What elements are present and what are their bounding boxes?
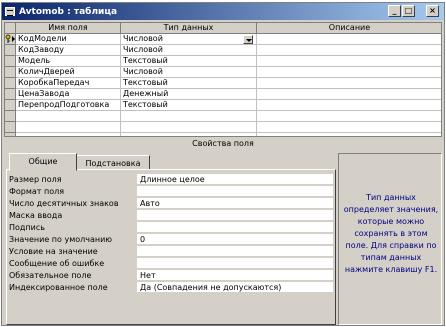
property-row: Формат поля	[9, 186, 333, 197]
field-name-cell[interactable]: ЦенаЗавода	[16, 89, 121, 100]
property-row: Условие на значение	[9, 246, 333, 257]
description-cell[interactable]	[257, 56, 441, 67]
field-name-cell[interactable]: КодМодели	[16, 34, 121, 45]
maximize-button[interactable]: □	[402, 5, 415, 17]
property-value-field[interactable]	[137, 246, 333, 257]
chevron-down-icon[interactable]	[243, 35, 253, 44]
window-title: Avtomob : таблица	[19, 6, 118, 17]
tab-lookup[interactable]: Подстановка	[76, 155, 150, 170]
property-label: Число десятичных знаков	[9, 199, 119, 208]
column-header-description: Описание	[257, 23, 441, 34]
field-name-cell[interactable]	[16, 122, 121, 133]
row-selector[interactable]	[5, 100, 16, 111]
row-selector[interactable]	[5, 122, 16, 133]
row-selector-header	[5, 23, 16, 34]
property-row: Число десятичных знаков Авто	[9, 198, 333, 209]
data-type-cell[interactable]: Текстовый	[121, 56, 257, 67]
table-design-window: Avtomob : таблица _ □ × Имя поля Тип дан…	[1, 2, 445, 326]
property-label: Условие на значение	[9, 247, 98, 256]
property-value-field[interactable]: 0	[137, 234, 333, 245]
data-type-cell[interactable]: Числовой	[121, 67, 257, 78]
row-selector[interactable]	[5, 78, 16, 89]
property-row: Сообщение об ошибке	[9, 258, 333, 269]
property-value-field[interactable]: Нет	[137, 270, 333, 281]
description-cell[interactable]	[257, 122, 441, 133]
field-name-cell[interactable]: КоробкаПередач	[16, 78, 121, 89]
property-label: Подпись	[9, 223, 45, 232]
data-type-cell[interactable]	[121, 122, 257, 133]
minimize-button[interactable]: _	[388, 5, 401, 17]
table-icon	[5, 7, 15, 16]
data-type-cell[interactable]: Денежный	[121, 89, 257, 100]
property-row: Маска ввода	[9, 210, 333, 221]
table-row[interactable]: ЦенаЗавода Денежный	[5, 89, 441, 100]
property-value-field[interactable]: Длинное целое	[137, 174, 333, 185]
table-row[interactable]: ПерепродПодготовка Текстовый	[5, 100, 441, 111]
property-label: Размер поля	[9, 175, 62, 184]
property-row: Подпись	[9, 222, 333, 233]
close-button[interactable]: ×	[426, 5, 439, 17]
table-row[interactable]: КодМодели Числовой	[5, 34, 441, 45]
field-name-cell[interactable]: ПерепродПодготовка	[16, 100, 121, 111]
property-row: Индексированное поле Да (Совпадения не до…	[9, 282, 333, 293]
title-bar[interactable]: Avtomob : таблица _ □ ×	[2, 3, 444, 20]
properties-title: Свойства поля	[192, 139, 254, 148]
property-label: Формат поля	[9, 187, 65, 196]
field-name-cell[interactable]: КоличДверей	[16, 67, 121, 78]
property-label: Сообщение об ошибке	[9, 259, 105, 268]
data-type-cell[interactable]: Числовой	[121, 45, 257, 56]
description-cell[interactable]	[257, 45, 441, 56]
data-type-cell[interactable]: Текстовый	[121, 100, 257, 111]
row-selector[interactable]	[5, 89, 16, 100]
description-cell[interactable]	[257, 67, 441, 78]
row-selector[interactable]	[5, 67, 16, 78]
table-row[interactable]: КодЗаводу Числовой	[5, 45, 441, 56]
properties-tab-body: Размер поля Длинное целое Формат поля Число…	[6, 169, 336, 325]
property-row: Значение по умолчанию 0	[9, 234, 333, 245]
description-cell[interactable]	[257, 100, 441, 111]
property-label: Обязательное поле	[9, 271, 92, 280]
description-cell[interactable]	[257, 89, 441, 100]
field-name-cell[interactable]	[16, 111, 121, 122]
properties-panel: Общие Подстановка Размер поля Длинное цел…	[6, 153, 336, 325]
data-type-cell[interactable]: Числовой	[121, 34, 257, 45]
data-type-cell[interactable]	[121, 111, 257, 122]
row-selector[interactable]	[5, 45, 16, 56]
table-row[interactable]	[5, 111, 441, 122]
description-cell[interactable]	[257, 111, 441, 122]
key-icon	[5, 34, 15, 43]
field-grid: Имя поля Тип данных Описание КодМодели Чи…	[4, 22, 442, 137]
property-value-field[interactable]	[137, 210, 333, 221]
help-text: Тип данных определяет значения, которые …	[343, 193, 439, 274]
property-row: Обязательное поле Нет	[9, 270, 333, 281]
field-name-cell[interactable]: КодЗаводу	[16, 45, 121, 56]
data-type-cell[interactable]: Текстовый	[121, 78, 257, 89]
table-row[interactable]: КоробкаПередач Текстовый	[5, 78, 441, 89]
tab-general[interactable]: Общие	[9, 153, 77, 171]
row-selector[interactable]	[5, 111, 16, 122]
row-selector[interactable]	[5, 34, 16, 45]
table-row[interactable]: Модель Текстовый	[5, 56, 441, 67]
description-cell[interactable]	[257, 34, 441, 45]
table-row[interactable]	[5, 122, 441, 133]
property-row: Размер поля Длинное целое	[9, 174, 333, 185]
column-header-data-type: Тип данных	[121, 23, 257, 34]
property-value-field[interactable]: Да (Совпадения не допускаются)	[137, 282, 333, 293]
property-label: Маска ввода	[9, 211, 63, 220]
description-cell[interactable]	[257, 78, 441, 89]
property-label: Индексированное поле	[9, 283, 108, 292]
property-value-field[interactable]	[137, 258, 333, 269]
help-panel: Тип данных определяет значения, которые …	[338, 153, 442, 325]
property-value-field[interactable]	[137, 222, 333, 233]
table-row[interactable]: КоличДверей Числовой	[5, 67, 441, 78]
property-value-field[interactable]: Авто	[137, 198, 333, 209]
field-name-cell[interactable]: Модель	[16, 56, 121, 67]
property-value-field[interactable]	[137, 186, 333, 197]
row-selector[interactable]	[5, 56, 16, 67]
column-header-field-name: Имя поля	[16, 23, 121, 34]
property-label: Значение по умолчанию	[9, 235, 113, 244]
